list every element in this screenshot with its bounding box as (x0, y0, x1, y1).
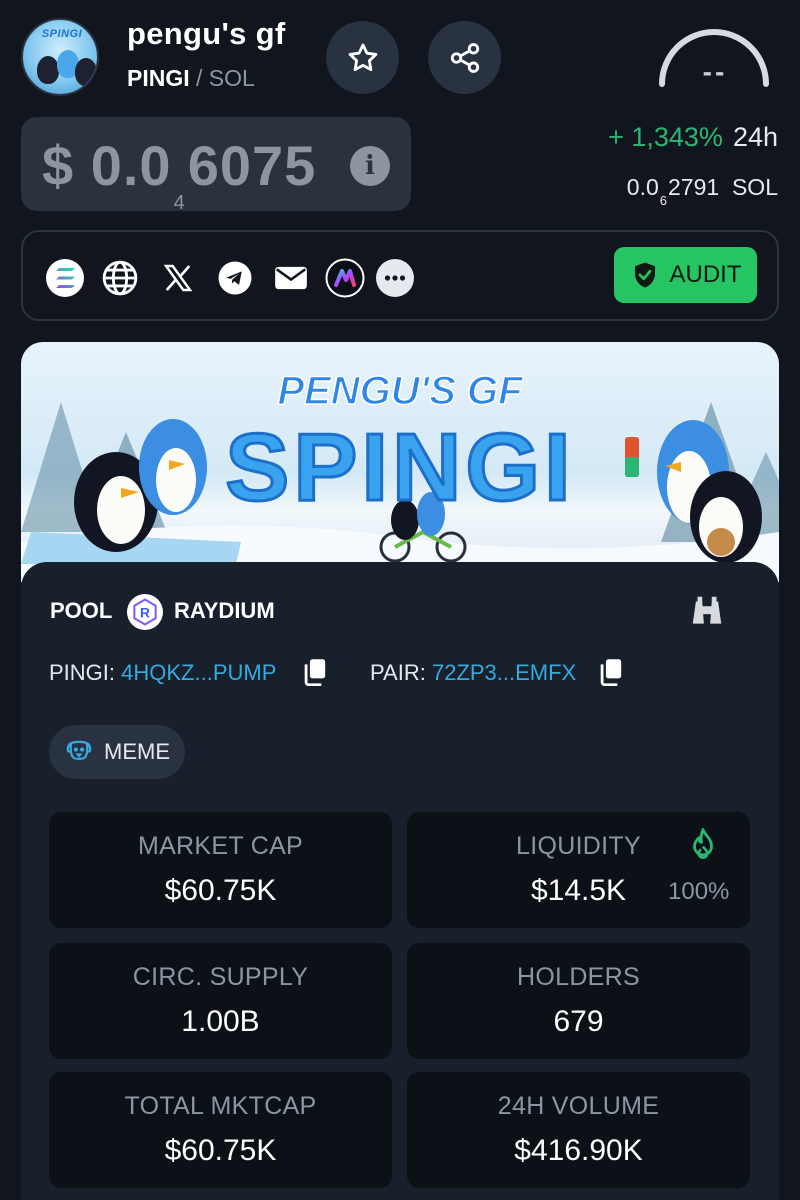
price-digits: 6075 (187, 134, 317, 197)
usd-price: $ 0.046075 (42, 133, 316, 215)
banner-title-main: SPINGI (225, 414, 574, 521)
token-address-key: PINGI: (49, 660, 116, 685)
banner-illustration: PENGU'S GF SPINGI (21, 368, 779, 582)
change-period: 24h (732, 122, 778, 152)
solana-icon (46, 259, 84, 297)
pair-address: PAIR: 72ZP3...EMFX (370, 660, 576, 686)
price-prefix: $ 0.0 (42, 134, 172, 197)
email-link[interactable] (271, 258, 311, 298)
pair-address-value[interactable]: 72ZP3...EMFX (432, 660, 576, 685)
circ-supply-value: 1.00B (181, 1005, 260, 1038)
change-percent: + 1,343% (608, 122, 723, 152)
market-cap-card: MARKET CAP $60.75K (49, 812, 392, 928)
price-zero-count: 4 (173, 192, 186, 214)
info-icon[interactable]: i (350, 146, 390, 186)
holders-value: 679 (553, 1005, 604, 1038)
binoculars-icon (692, 596, 722, 624)
total-mktcap-value: $60.75K (164, 1134, 277, 1167)
volume-24h-label: 24H VOLUME (497, 1092, 660, 1120)
shield-check-icon (634, 262, 655, 288)
liquidity-burn-percent: 100% (668, 878, 730, 905)
x-icon (163, 264, 193, 292)
holders-card: HOLDERS 679 (407, 943, 750, 1059)
circ-supply-label: CIRC. SUPPLY (132, 963, 309, 991)
share-button[interactable] (428, 21, 501, 94)
email-icon (275, 266, 307, 290)
price-change: + 1,343% 24h (608, 122, 778, 153)
star-icon (348, 43, 377, 71)
total-mktcap-label: TOTAL MKTCAP (124, 1092, 317, 1120)
x-link[interactable] (158, 258, 198, 298)
pair-label: PINGI / SOL (127, 65, 255, 92)
token-symbol: PINGI (127, 65, 190, 91)
copy-pair-address-button[interactable] (598, 658, 624, 691)
copy-icon (304, 659, 326, 687)
globe-icon (102, 260, 138, 296)
explore-button[interactable] (688, 595, 726, 632)
token-address-value[interactable]: 4HQKZ...PUMP (121, 660, 276, 685)
avatar-text: SPINGI (41, 28, 83, 40)
favorite-button[interactable] (326, 21, 399, 94)
fire-icon (693, 828, 713, 860)
token-banner: PENGU'S GF SPINGI (21, 342, 779, 582)
website-link[interactable] (100, 258, 140, 298)
copy-token-address-button[interactable] (302, 658, 328, 691)
holders-label: HOLDERS (517, 963, 640, 991)
pool-label: POOL (50, 598, 113, 623)
share-icon (450, 42, 479, 73)
banner-title-top: PENGU'S GF (277, 369, 524, 413)
circ-supply-card: CIRC. SUPPLY 1.00B (49, 943, 392, 1059)
dex-icon (325, 258, 365, 298)
market-cap-value: $60.75K (164, 874, 277, 907)
telegram-icon (218, 261, 252, 295)
sol-unit: SOL (731, 174, 778, 200)
audit-label: AUDIT (669, 261, 742, 288)
category-tag[interactable]: MEME (49, 725, 185, 779)
telegram-link[interactable] (215, 258, 255, 298)
sol-zero-count: 6 (659, 193, 668, 208)
total-mktcap-card: TOTAL MKTCAP $60.75K (49, 1072, 392, 1188)
volume-24h-card: 24H VOLUME $416.90K (407, 1072, 750, 1188)
more-icon (376, 259, 414, 297)
liquidity-burn-indicator (686, 826, 720, 869)
sol-price-prefix: 0.0 (626, 174, 659, 200)
raydium-icon: R (127, 594, 163, 630)
more-links-button[interactable] (375, 258, 415, 298)
svg-text:R: R (140, 606, 150, 621)
dex-name: RAYDIUM (174, 598, 275, 623)
market-cap-label: MARKET CAP (137, 832, 304, 860)
copy-icon (600, 659, 622, 687)
token-address: PINGI: 4HQKZ...PUMP (49, 660, 276, 686)
gauge-value: -- (702, 56, 728, 87)
sol-price-digits: 2791 (668, 174, 720, 200)
category-tag-label: MEME (104, 739, 170, 764)
dex-link[interactable] (325, 258, 365, 298)
dog-icon (66, 740, 92, 760)
sol-price: 0.062791 SOL (627, 174, 778, 208)
pair-address-key: PAIR: (370, 660, 426, 685)
token-name: pengu's gf (127, 16, 286, 51)
solana-link[interactable] (45, 258, 85, 298)
pair-separator: / (189, 65, 209, 91)
volume-24h-value: $416.90K (514, 1134, 643, 1167)
audit-button[interactable]: AUDIT (614, 247, 757, 303)
token-avatar: SPINGI (21, 18, 99, 96)
quote-symbol: SOL (208, 65, 255, 91)
